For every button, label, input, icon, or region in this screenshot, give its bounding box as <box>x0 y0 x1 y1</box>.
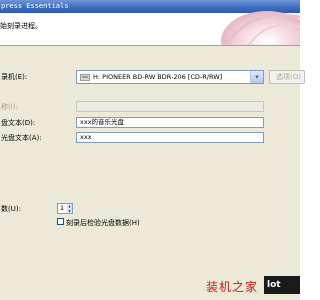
disabled-field-label: 称(I): <box>1 103 18 111</box>
copies-label: 数(U): <box>1 205 21 213</box>
wizard-header: 始刻录进程。 <box>0 11 300 51</box>
window-title: press Essentials <box>1 2 69 10</box>
options-button[interactable]: 选项(O) <box>269 70 305 84</box>
chevron-down-icon[interactable]: ▾ <box>250 71 263 83</box>
copies-value: 1 <box>60 204 65 212</box>
watermark-logo: 装机之家 lot <box>198 271 300 300</box>
artist-text-input[interactable]: xxx <box>76 132 264 143</box>
header-subtitle: 始刻录进程。 <box>0 22 42 30</box>
verify-label[interactable]: 刻录后检验光盘数据(H) <box>66 218 140 228</box>
artist-text-label: 光盘文本(A): <box>1 134 42 142</box>
disc-text-label: 盘文本(D): <box>1 119 36 127</box>
watermark-url: lot <box>264 276 300 294</box>
disc-text-input[interactable]: xxx的音乐光盘 <box>76 117 264 128</box>
drive-icon <box>80 74 90 81</box>
disabled-name-field <box>76 101 264 112</box>
recorder-label: 录机(E): <box>1 73 28 81</box>
recorder-select[interactable]: H: PIONEER BD-RW BDR-206 [CD-R/RW] ▾ <box>76 70 264 84</box>
verify-checkbox[interactable] <box>57 218 64 225</box>
recorder-value: H: PIONEER BD-RW BDR-206 [CD-R/RW] <box>93 73 223 81</box>
watermark-text: 装机之家 <box>206 280 259 294</box>
settings-panel: 录机(E): H: PIONEER BD-RW BDR-206 [CD-R/RW… <box>0 46 305 300</box>
copies-stepper[interactable]: 1 ▲ ▼ <box>57 203 73 214</box>
stepper-arrows-icon[interactable]: ▲ ▼ <box>67 204 72 213</box>
